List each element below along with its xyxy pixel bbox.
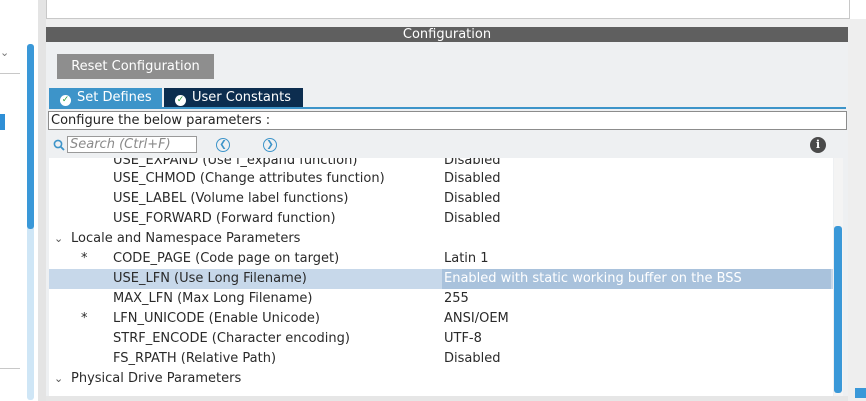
group-label: Locale and Namespace Parameters: [71, 231, 301, 246]
tab-set-defines[interactable]: ✓ Set Defines: [49, 88, 162, 107]
search-input[interactable]: [67, 136, 197, 153]
parameter-row[interactable]: USE_FORWARD (Forward function) Disabled: [49, 209, 833, 229]
parameter-value[interactable]: UTF-8: [444, 329, 482, 349]
tree-group-locale-namespace[interactable]: ⌄ Locale and Namespace Parameters: [49, 229, 833, 249]
search-icon[interactable]: [53, 139, 65, 151]
parameter-value[interactable]: Disabled: [444, 209, 500, 229]
chevron-left-circle-icon[interactable]: ❮: [216, 138, 230, 152]
parameter-value-dropdown[interactable]: Enabled with static working buffer on th…: [442, 269, 831, 289]
left-scrollbar-thumb[interactable]: [27, 44, 34, 229]
tab-label: Set Defines: [77, 90, 152, 105]
parameter-row[interactable]: * CODE_PAGE (Code page on target) Latin …: [49, 249, 833, 269]
tree-scrollbar-thumb[interactable]: [834, 226, 842, 393]
parameter-value[interactable]: Disabled: [444, 169, 500, 189]
chevron-down-icon[interactable]: ⌄: [0, 46, 10, 60]
divider-line: [0, 73, 20, 74]
tab-label: User Constants: [192, 90, 291, 105]
parameter-name: LFN_UNICODE (Enable Unicode): [113, 311, 320, 326]
panel-bottom-border: [46, 396, 848, 401]
selected-item-marker: [0, 114, 5, 130]
check-circle-icon: ✓: [175, 95, 186, 106]
parameter-row[interactable]: MAX_LFN (Max Long Filename) 255: [49, 289, 833, 309]
parameter-row[interactable]: USE_LABEL (Volume label functions) Disab…: [49, 189, 833, 209]
check-circle-icon: ✓: [60, 95, 71, 106]
parameter-value[interactable]: 255: [444, 289, 469, 309]
parameter-row[interactable]: FS_RPATH (Relative Path) Disabled: [49, 349, 833, 369]
tree-group-physical-drive[interactable]: ⌄ Physical Drive Parameters: [49, 369, 833, 389]
group-label: Physical Drive Parameters: [71, 371, 242, 386]
parameter-name: USE_FORWARD (Forward function): [113, 211, 336, 226]
parameter-name: CODE_PAGE (Code page on target): [113, 251, 340, 266]
parameter-name: USE_LABEL (Volume label functions): [113, 191, 349, 206]
info-icon[interactable]: i: [810, 137, 826, 153]
divider-line: [0, 368, 20, 369]
reset-configuration-button[interactable]: Reset Configuration: [57, 54, 214, 79]
parameter-name: STRF_ENCODE (Character encoding): [113, 331, 350, 346]
required-marker: *: [81, 311, 88, 326]
parameter-row[interactable]: * LFN_UNICODE (Enable Unicode) ANSI/OEM: [49, 309, 833, 329]
upper-panel: [46, 0, 850, 19]
right-edge-scrollbar[interactable]: [855, 388, 866, 398]
parameter-name: FS_RPATH (Relative Path): [113, 351, 277, 366]
configuration-header: Configuration: [46, 27, 848, 42]
parameter-value[interactable]: Latin 1: [444, 249, 489, 269]
parameter-row-selected[interactable]: USE_LFN (Use Long Filename) Enabled with…: [49, 269, 833, 289]
parameter-row[interactable]: STRF_ENCODE (Character encoding) UTF-8: [49, 329, 833, 349]
chevron-down-icon[interactable]: ⌄: [54, 369, 63, 389]
instructions-label: Configure the below parameters :: [48, 111, 847, 130]
parameter-tree: USE_EXPAND (Use f_expand function) Disab…: [49, 158, 833, 396]
parameter-name: MAX_LFN (Max Long Filename): [113, 291, 313, 306]
tab-user-constants[interactable]: ✓ User Constants: [164, 88, 303, 107]
parameter-name: USE_CHMOD (Change attributes function): [113, 171, 385, 186]
parameter-row[interactable]: USE_CHMOD (Change attributes function) D…: [49, 169, 833, 189]
panel-splitter[interactable]: [38, 0, 46, 401]
parameter-value[interactable]: ANSI/OEM: [444, 309, 509, 329]
chevron-down-icon[interactable]: ⌄: [54, 229, 63, 249]
right-edge-panel: [848, 27, 866, 401]
tab-underline: [49, 107, 846, 109]
parameter-value[interactable]: Disabled: [444, 349, 500, 369]
chevron-right-circle-icon[interactable]: ❯: [263, 138, 277, 152]
parameter-value[interactable]: Disabled: [444, 189, 500, 209]
required-marker: *: [81, 251, 88, 266]
parameter-name: USE_LFN (Use Long Filename): [113, 271, 307, 286]
